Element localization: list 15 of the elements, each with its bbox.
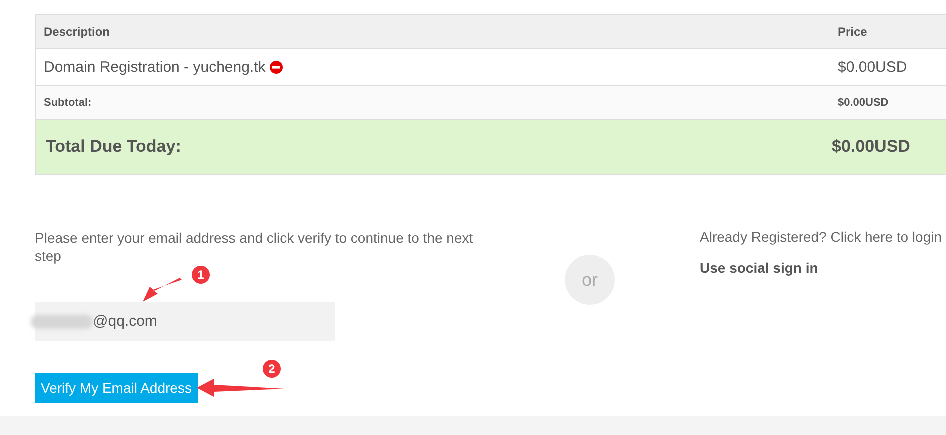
table-cell-text: $0.00USD (832, 137, 912, 157)
annotation-arrow (143, 278, 182, 302)
table-cell-text: $0.00USD (838, 96, 890, 108)
column-header: Description (43, 24, 112, 38)
table-cell: Domain Registration - yucheng.tk (44, 58, 266, 76)
step-badge: 2 (263, 360, 281, 378)
login-link[interactable]: Already Registered? Click here to login (700, 227, 942, 247)
social-heading: Use social sign in (700, 260, 820, 276)
instruction-text: Please enter your email address and click verify to continue to the next step (35, 229, 474, 265)
table-cell-text: $0.00USD (838, 58, 908, 76)
remove-icon[interactable] (270, 60, 283, 74)
step-badge: 1 (192, 266, 210, 284)
table-cell: Total Due Today: (46, 137, 182, 157)
column-header: Price (838, 24, 868, 38)
table-cell: Subtotal: (44, 96, 92, 108)
